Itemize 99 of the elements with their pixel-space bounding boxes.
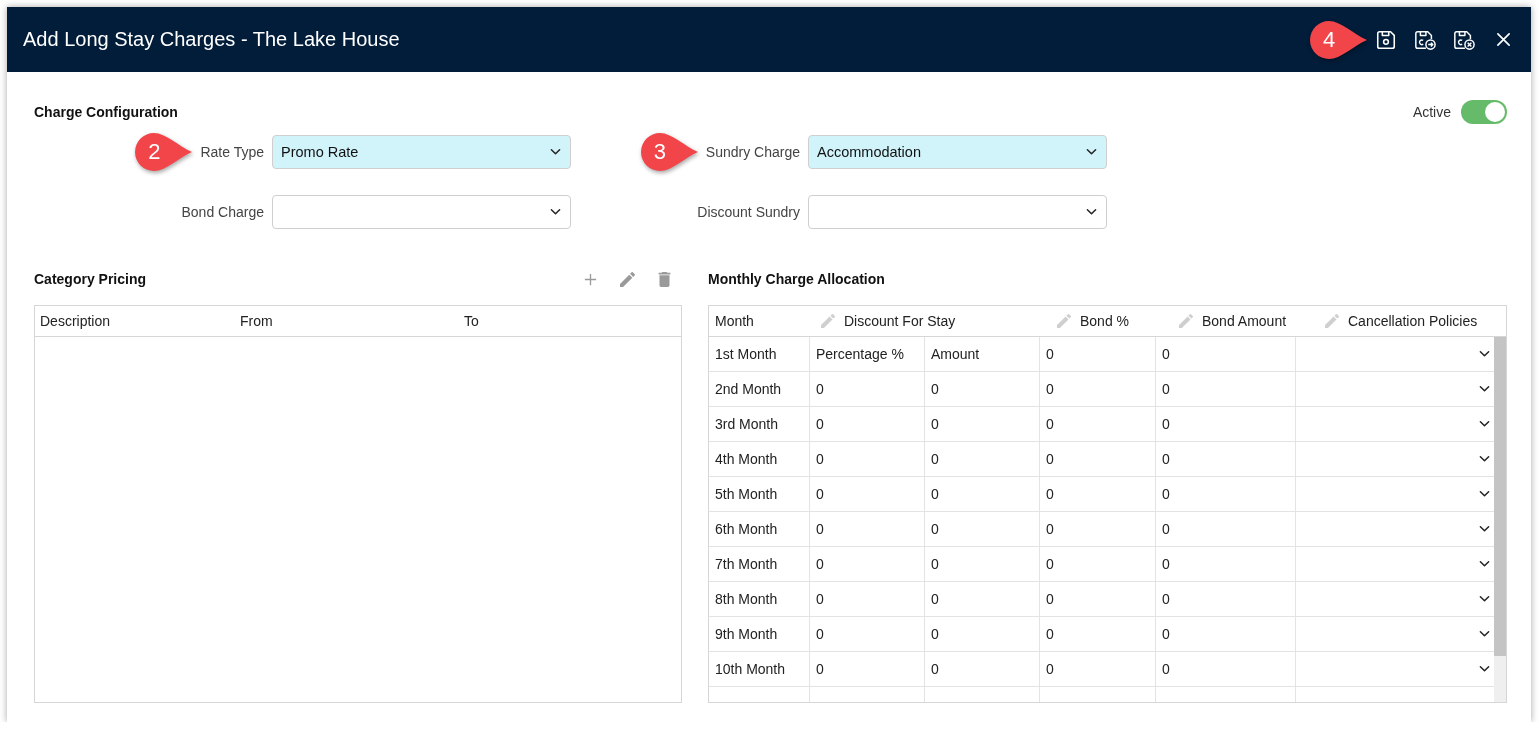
table-cell: 0 bbox=[809, 547, 924, 581]
chevron-down-icon bbox=[550, 208, 561, 216]
table-cell: 0 bbox=[1039, 442, 1155, 476]
table-cell: 0 bbox=[809, 407, 924, 441]
table-cell: 0 bbox=[1039, 372, 1155, 406]
column-header: Cancellation Policies bbox=[1348, 313, 1478, 329]
table-cell: 0 bbox=[1155, 547, 1295, 581]
save-and-continue-icon[interactable] bbox=[1414, 28, 1436, 51]
table-cell-text: 3rd Month bbox=[714, 415, 780, 434]
column-header: Bond Amount bbox=[1202, 313, 1287, 329]
table-cell-text: 1st Month bbox=[714, 345, 778, 364]
table-cell: 0 bbox=[1155, 477, 1295, 511]
table-cell: 0 bbox=[924, 442, 1039, 476]
table-cell: 0 bbox=[1039, 512, 1155, 546]
chevron-down-icon bbox=[1479, 420, 1490, 428]
chevron-down-icon bbox=[550, 148, 561, 156]
column-header: From bbox=[239, 313, 274, 329]
close-icon[interactable] bbox=[1496, 32, 1511, 47]
chevron-down-icon bbox=[1479, 665, 1490, 673]
pencil-icon[interactable] bbox=[1057, 314, 1071, 328]
table-cell: 0 bbox=[1039, 477, 1155, 511]
table-cell: 0 bbox=[809, 652, 924, 686]
table-cell-text: 5th Month bbox=[714, 485, 779, 504]
field-label: Rate Type bbox=[200, 144, 264, 160]
table-cell-text: 10th Month bbox=[714, 660, 787, 679]
table-cell: 0 bbox=[924, 617, 1039, 651]
chevron-down-icon bbox=[1479, 595, 1490, 603]
table-cell: 0 bbox=[1155, 617, 1295, 651]
chevron-down-icon bbox=[1479, 350, 1490, 358]
table-cell: 0 bbox=[924, 372, 1039, 406]
chevron-down-icon bbox=[1479, 630, 1490, 638]
save-and-close-icon[interactable] bbox=[1453, 28, 1475, 51]
chevron-down-icon bbox=[1479, 560, 1490, 568]
callout-badge: 3 bbox=[639, 132, 700, 172]
dropdown-field[interactable] bbox=[272, 195, 571, 229]
table-cell: 0 bbox=[1039, 582, 1155, 616]
chevron-down-icon bbox=[1086, 208, 1097, 216]
table-cell: 0 bbox=[924, 582, 1039, 616]
table-cell: 0 bbox=[1155, 512, 1295, 546]
chevron-down-icon bbox=[1086, 148, 1097, 156]
chevron-down-icon bbox=[1479, 525, 1490, 533]
table-cell-text: 4th Month bbox=[714, 450, 779, 469]
column-header: Description bbox=[39, 313, 112, 329]
chevron-down-icon bbox=[1479, 385, 1490, 393]
table-cell: 0 bbox=[924, 512, 1039, 546]
dialog-title: Add Long Stay Charges - The Lake House bbox=[23, 28, 401, 51]
active-label: Active bbox=[1412, 104, 1451, 120]
table-cell: 0 bbox=[809, 617, 924, 651]
dropdown-field[interactable]: Accommodation bbox=[808, 135, 1107, 169]
column-header: To bbox=[463, 313, 479, 329]
table-cell: 0 bbox=[924, 477, 1039, 511]
table-cell: 0 bbox=[1155, 582, 1295, 616]
active-toggle[interactable] bbox=[1461, 100, 1507, 124]
table-cell: 0 bbox=[809, 372, 924, 406]
save-icon[interactable] bbox=[1375, 28, 1397, 51]
field-label: Bond Charge bbox=[181, 204, 264, 220]
table-cell: 0 bbox=[924, 652, 1039, 686]
callout-badge: 4 bbox=[1309, 19, 1369, 60]
table-cell: 0 bbox=[1155, 407, 1295, 441]
table-cell: Amount bbox=[924, 337, 1039, 371]
table-cell: 0 bbox=[1039, 617, 1155, 651]
pencil-icon[interactable] bbox=[821, 314, 835, 328]
table-cell: 0 bbox=[1155, 442, 1295, 476]
section-title: Charge Configuration bbox=[34, 104, 178, 120]
table-cell-text: 2nd Month bbox=[714, 380, 783, 399]
dropdown-field[interactable] bbox=[808, 195, 1107, 229]
trash-icon[interactable] bbox=[657, 271, 672, 287]
chevron-down-icon bbox=[1479, 455, 1490, 463]
table-cell: 0 bbox=[924, 547, 1039, 581]
column-header: Bond % bbox=[1080, 313, 1130, 329]
section-title: Monthly Charge Allocation bbox=[708, 271, 885, 287]
table-cell-text: 6th Month bbox=[714, 520, 779, 539]
field-label: Sundry Charge bbox=[705, 144, 800, 160]
section-title: Category Pricing bbox=[34, 271, 147, 287]
pencil-icon[interactable] bbox=[1325, 314, 1339, 328]
plus-icon[interactable] bbox=[583, 271, 598, 287]
table-cell: 0 bbox=[924, 407, 1039, 441]
field-label: Discount Sundry bbox=[697, 204, 800, 220]
table-cell: 0 bbox=[1039, 547, 1155, 581]
table-cell: 0 bbox=[809, 442, 924, 476]
table-cell: 0 bbox=[1155, 652, 1295, 686]
table-cell: 0 bbox=[1039, 652, 1155, 686]
table-cell: 0 bbox=[1039, 407, 1155, 441]
table-cell-text: 8th Month bbox=[714, 590, 779, 609]
dropdown-field[interactable]: Promo Rate bbox=[272, 135, 571, 169]
column-header: Discount For Stay bbox=[844, 313, 956, 329]
table-cell: 0 bbox=[1039, 337, 1155, 371]
table-cell: 0 bbox=[1155, 372, 1295, 406]
table-cell: Percentage % bbox=[809, 337, 924, 371]
pencil-icon[interactable] bbox=[1179, 314, 1193, 328]
chevron-down-icon bbox=[1479, 490, 1490, 498]
table-cell-text: 9th Month bbox=[714, 625, 779, 644]
table-cell: 0 bbox=[809, 512, 924, 546]
table-cell: 0 bbox=[809, 477, 924, 511]
table-cell: 0 bbox=[1155, 337, 1295, 371]
column-header: Month bbox=[715, 313, 754, 329]
pencil-icon[interactable] bbox=[620, 271, 635, 287]
table-cell: 0 bbox=[809, 582, 924, 616]
table-cell-text: 7th Month bbox=[714, 555, 779, 574]
